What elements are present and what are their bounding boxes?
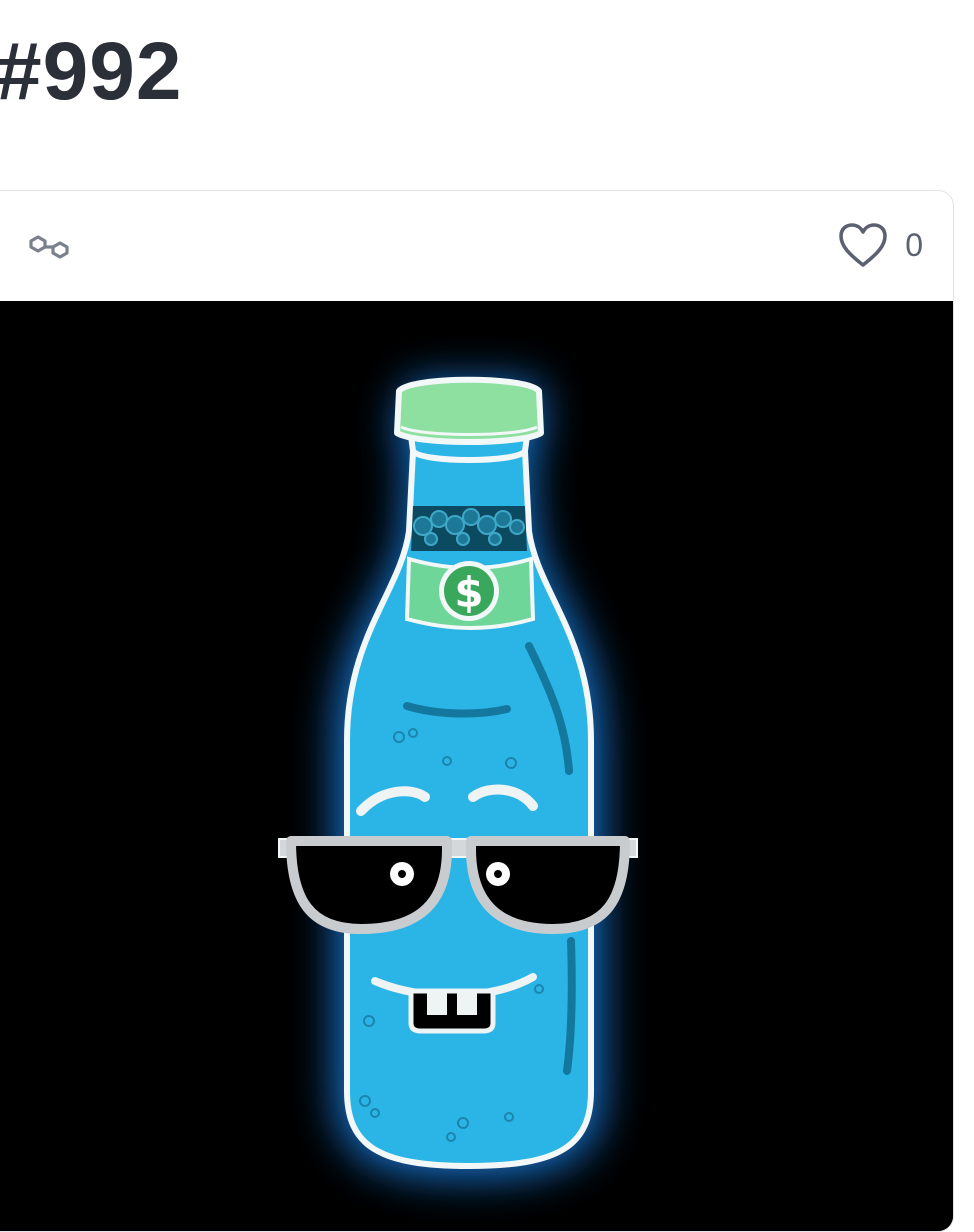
nft-card: 0 $ xyxy=(0,190,954,1232)
page-title: #992 xyxy=(0,26,183,117)
label-dollar-sign: $ xyxy=(454,568,483,617)
heart-outline-icon xyxy=(839,223,888,267)
nft-image[interactable]: $ xyxy=(0,301,953,1231)
polygon-link-icon[interactable] xyxy=(27,225,71,269)
bottle-artwork: $ xyxy=(0,301,953,1231)
favorite-button[interactable]: 0 xyxy=(837,221,923,269)
card-header: 0 xyxy=(0,191,953,301)
favorite-count: 0 xyxy=(905,227,923,263)
